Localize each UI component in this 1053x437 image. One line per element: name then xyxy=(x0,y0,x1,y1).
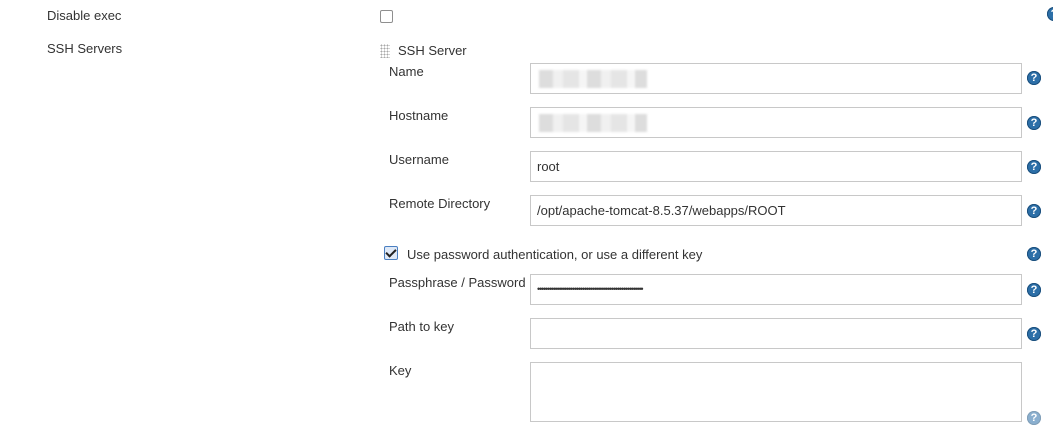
help-icon[interactable]: ? xyxy=(1047,7,1053,21)
ssh-server-header: SSH Server xyxy=(398,43,467,58)
hostname-input[interactable] xyxy=(530,107,1022,138)
key-label: Key xyxy=(389,363,412,378)
username-label: Username xyxy=(389,152,449,167)
use-password-checkbox[interactable] xyxy=(384,246,398,260)
name-input[interactable] xyxy=(530,63,1022,94)
username-input[interactable]: root xyxy=(530,151,1022,182)
hostname-label: Hostname xyxy=(389,108,449,123)
disable-exec-label: Disable exec xyxy=(47,8,122,23)
redacted-hostname xyxy=(539,114,647,132)
help-icon[interactable]: ? xyxy=(1027,116,1041,130)
passphrase-input[interactable]: ••••••••••••••••••••••••••••••••••••••••… xyxy=(530,274,1022,305)
use-password-label: Use password authentication, or use a di… xyxy=(407,247,703,262)
help-icon[interactable]: ? xyxy=(1027,204,1041,218)
help-icon[interactable]: ? xyxy=(1027,160,1041,174)
path-to-key-label: Path to key xyxy=(389,319,455,334)
path-to-key-input[interactable] xyxy=(530,318,1022,349)
help-icon[interactable]: ? xyxy=(1027,247,1041,261)
name-label: Name xyxy=(389,64,424,79)
passphrase-label: Passphrase / Password xyxy=(389,275,526,290)
help-icon[interactable]: ? xyxy=(1027,71,1041,85)
ssh-servers-label: SSH Servers xyxy=(47,41,123,56)
drag-handle-icon[interactable] xyxy=(380,44,390,58)
key-textarea[interactable] xyxy=(530,362,1022,422)
help-icon[interactable]: ? xyxy=(1027,411,1041,425)
help-icon[interactable]: ? xyxy=(1027,327,1041,341)
remote-directory-label: Remote Directory xyxy=(389,196,491,211)
redacted-name xyxy=(539,70,647,88)
help-icon[interactable]: ? xyxy=(1027,283,1041,297)
remote-directory-input[interactable]: /opt/apache-tomcat-8.5.37/webapps/ROOT xyxy=(530,195,1022,226)
disable-exec-checkbox[interactable] xyxy=(380,10,393,23)
